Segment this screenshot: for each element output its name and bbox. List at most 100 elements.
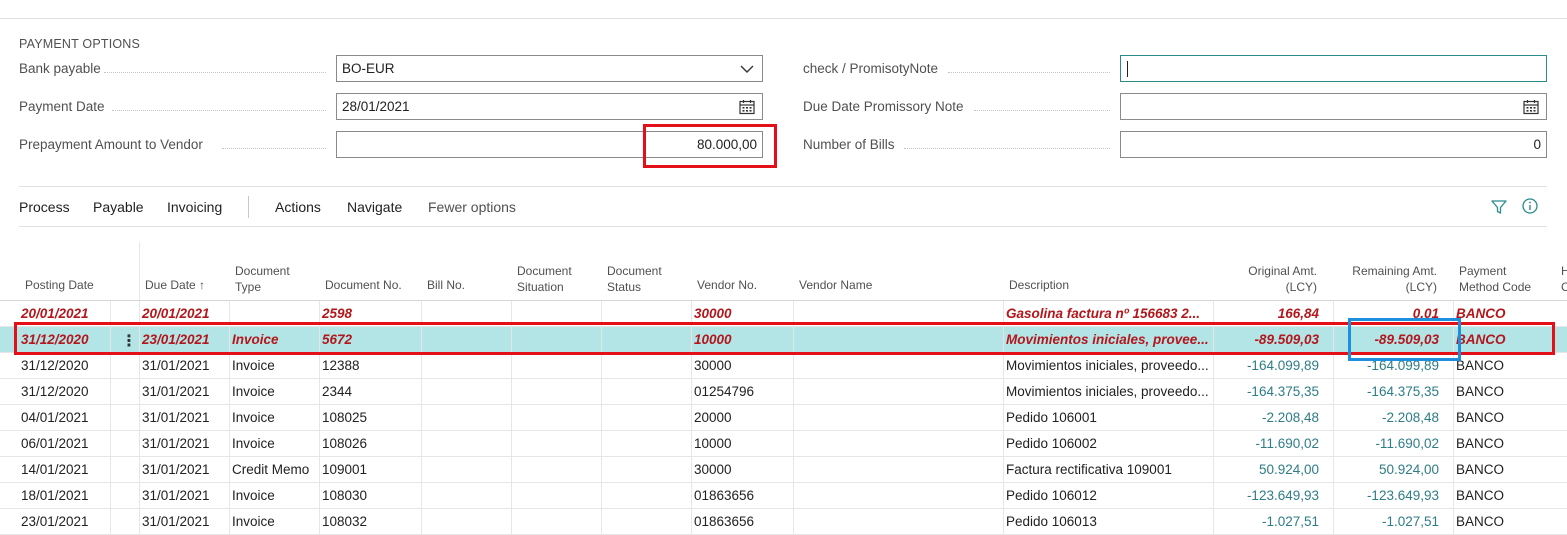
column-line <box>319 431 320 457</box>
cell-payment-method: BANCO <box>1456 384 1505 399</box>
cell-document-no[interactable]: 12388 <box>322 358 360 373</box>
bank-payable-select[interactable]: BO-EUR <box>336 55 763 82</box>
cell-original-amt[interactable]: -164.099,89 <box>1213 358 1319 373</box>
leader-dots <box>112 110 326 111</box>
cell-vendor-no[interactable]: 30000 <box>694 462 732 477</box>
col-posting-date[interactable]: Posting Date <box>25 277 94 293</box>
cell-vendor-no[interactable]: 01254796 <box>694 384 754 399</box>
col-document-situation[interactable]: Document Situation <box>517 263 572 295</box>
actions-menu[interactable]: Actions <box>275 199 321 215</box>
column-line <box>1453 405 1454 431</box>
process-menu[interactable]: Process <box>19 199 70 215</box>
cell-original-amt[interactable]: -164.375,35 <box>1213 384 1319 399</box>
cell-document-no[interactable]: 108032 <box>322 514 367 529</box>
cell-remaining-amt[interactable]: 50.924,00 <box>1333 462 1439 477</box>
column-line <box>229 457 230 483</box>
col-document-situation-line2: Situation <box>517 280 564 294</box>
cell-remaining-amt[interactable]: -164.375,35 <box>1333 384 1439 399</box>
col-document-no[interactable]: Document No. <box>325 277 402 293</box>
cell-description: Pedido 106002 <box>1006 436 1097 451</box>
cell-document-no[interactable]: 109001 <box>322 462 367 477</box>
table-row[interactable]: 14/01/2021 31/01/2021 Credit Memo 109001 300… <box>0 457 1567 483</box>
col-document-status-line1: Document <box>607 264 662 278</box>
col-truncated-line2: C <box>1561 280 1567 294</box>
prepayment-amount-label: Prepayment Amount to Vendor <box>19 137 203 152</box>
column-line <box>511 353 512 379</box>
cell-description: Movimientos iniciales, proveedo... <box>1006 358 1209 373</box>
cell-original-amt[interactable]: 50.924,00 <box>1213 462 1319 477</box>
table-row[interactable]: 06/01/2021 31/01/2021 Invoice 108026 10000 Pe… <box>0 431 1567 457</box>
column-line <box>229 431 230 457</box>
invoicing-menu[interactable]: Invoicing <box>167 199 222 215</box>
cell-remaining-amt[interactable]: -11.690,02 <box>1333 436 1439 451</box>
col-remaining-amt[interactable]: Remaining Amt. (LCY) <box>1338 263 1437 295</box>
cell-document-no[interactable]: 108030 <box>322 488 367 503</box>
cell-original-amt[interactable]: -1.027,51 <box>1213 514 1319 529</box>
column-line <box>139 379 140 405</box>
cell-original-amt[interactable]: -123.649,93 <box>1213 488 1319 503</box>
cell-original-amt[interactable]: 166,84 <box>1213 306 1319 321</box>
col-document-status[interactable]: Document Status <box>607 263 662 295</box>
cell-document-no[interactable]: 108026 <box>322 436 367 451</box>
cell-payment-method: BANCO <box>1456 462 1505 477</box>
cell-due-date: 31/01/2021 <box>142 436 210 451</box>
cell-posting-date: 14/01/2021 <box>21 462 89 477</box>
cell-document-type: Invoice <box>232 488 275 503</box>
col-description[interactable]: Description <box>1009 277 1069 293</box>
cell-remaining-amt[interactable]: -1.027,51 <box>1333 514 1439 529</box>
payable-menu[interactable]: Payable <box>93 199 144 215</box>
cell-original-amt[interactable]: -11.690,02 <box>1213 436 1319 451</box>
fewer-options-button[interactable]: Fewer options <box>428 199 516 215</box>
column-line <box>601 509 602 535</box>
col-remaining-amt-line1: Remaining Amt. <box>1352 264 1437 278</box>
col-document-status-line2: Status <box>607 280 642 294</box>
col-document-type-line1: Document <box>235 264 290 278</box>
table-row[interactable]: 31/12/2020 31/01/2021 Invoice 2344 01254796 M… <box>0 379 1567 405</box>
table-row[interactable]: 18/01/2021 31/01/2021 Invoice 108030 0186365… <box>0 483 1567 509</box>
col-bill-no[interactable]: Bill No. <box>427 277 465 293</box>
cell-payment-method: BANCO <box>1456 306 1506 321</box>
cell-document-no[interactable]: 108025 <box>322 410 367 425</box>
cell-document-type: Invoice <box>232 384 275 399</box>
calendar-icon[interactable] <box>1522 98 1540 116</box>
column-line <box>1003 379 1004 405</box>
col-document-type-line2: Type <box>235 280 262 294</box>
payment-date-field[interactable]: 28/01/2021 <box>336 93 763 120</box>
cell-vendor-no[interactable]: 30000 <box>694 358 732 373</box>
due-date-note-field[interactable] <box>1120 93 1547 120</box>
navigate-menu[interactable]: Navigate <box>347 199 402 215</box>
check-note-input[interactable] <box>1120 55 1547 82</box>
table-row[interactable]: 31/12/2020 31/01/2021 Invoice 12388 30000 Mov… <box>0 353 1567 379</box>
cell-document-type: Invoice <box>232 436 275 451</box>
cell-vendor-no[interactable]: 30000 <box>694 306 732 321</box>
cell-vendor-no[interactable]: 10000 <box>694 436 732 451</box>
cell-vendor-no[interactable]: 01863656 <box>694 488 754 503</box>
col-vendor-name[interactable]: Vendor Name <box>799 277 872 293</box>
cell-document-no[interactable]: 2598 <box>322 306 352 321</box>
col-original-amt-line1: Original Amt. <box>1248 264 1317 278</box>
column-line <box>319 483 320 509</box>
column-line <box>421 509 422 535</box>
cell-description: Movimientos iniciales, proveedo... <box>1006 384 1209 399</box>
cell-original-amt[interactable]: -2.208,48 <box>1213 410 1319 425</box>
column-line <box>229 405 230 431</box>
col-document-type[interactable]: Document Type <box>235 263 290 295</box>
number-of-bills-input[interactable]: 0 <box>1120 131 1547 158</box>
cell-remaining-amt[interactable]: -2.208,48 <box>1333 410 1439 425</box>
cell-remaining-amt[interactable]: -123.649,93 <box>1333 488 1439 503</box>
col-truncated[interactable]: HC <box>1561 263 1567 295</box>
col-due-date[interactable]: Due Date ↑ <box>145 277 205 293</box>
col-payment-method[interactable]: Payment Method Code <box>1459 263 1531 295</box>
filter-icon[interactable] <box>1490 198 1508 216</box>
table-row[interactable]: 23/01/2021 31/01/2021 Invoice 108032 0186365… <box>0 509 1567 535</box>
cell-vendor-no[interactable]: 01863656 <box>694 514 754 529</box>
cell-vendor-no[interactable]: 20000 <box>694 410 732 425</box>
cell-document-no[interactable]: 2344 <box>322 384 352 399</box>
column-line <box>691 405 692 431</box>
calendar-icon[interactable] <box>738 98 756 116</box>
column-line <box>601 379 602 405</box>
col-original-amt[interactable]: Original Amt. (LCY) <box>1218 263 1317 295</box>
col-vendor-no[interactable]: Vendor No. <box>697 277 757 293</box>
info-icon[interactable] <box>1521 197 1539 215</box>
table-row[interactable]: 04/01/2021 31/01/2021 Invoice 108025 20000 Pe… <box>0 405 1567 431</box>
